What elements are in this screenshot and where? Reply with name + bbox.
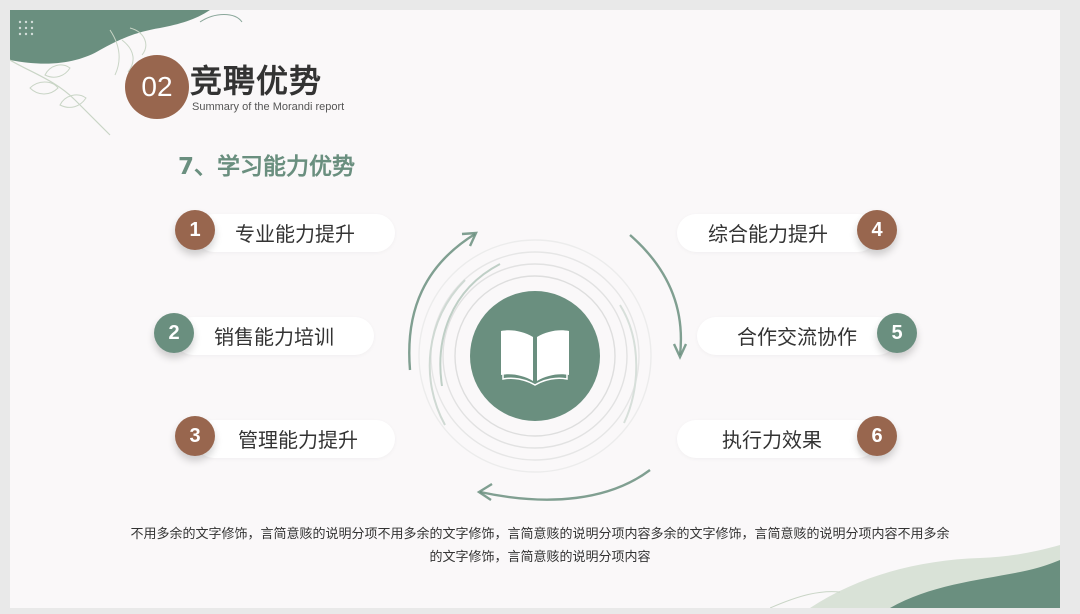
footer-description: 不用多余的文字修饰，言简意赅的说明分项不用多余的文字修饰，言简意赅的说明分项内容… (130, 527, 950, 565)
item-label-6: 执行力效果 (722, 428, 822, 452)
item-label-2: 销售能力培训 (214, 325, 334, 349)
item-number-5: 5 (877, 313, 917, 353)
page-subtitle: Summary of the Morandi report (192, 101, 345, 113)
open-book-icon (501, 330, 569, 386)
item-number-6: 6 (857, 416, 897, 456)
slide: 02 竞聘优势 Summary of the Morandi report 7、… (10, 10, 1060, 608)
item-number-3: 3 (175, 416, 215, 456)
list-item-6: 执行力效果 6 (677, 416, 899, 462)
item-label-3: 管理能力提升 (238, 428, 358, 452)
list-item-3: 3 管理能力提升 (175, 416, 395, 462)
list-item-4: 综合能力提升 4 (677, 210, 899, 256)
item-label-5: 合作交流协作 (737, 325, 857, 349)
item-label-4: 综合能力提升 (708, 222, 828, 246)
item-number-2: 2 (154, 313, 194, 353)
item-label-1: 专业能力提升 (235, 222, 355, 246)
item-number-1: 1 (175, 210, 215, 250)
list-item-1: 1 专业能力提升 (175, 210, 395, 256)
list-item-5: 合作交流协作 5 (697, 313, 919, 359)
item-number-4: 4 (857, 210, 897, 250)
page-title: 竞聘优势 (190, 62, 323, 100)
section-number-badge: 02 (125, 55, 189, 119)
section-heading: 7、学习能力优势 (178, 154, 356, 180)
list-item-2: 2 销售能力培训 (154, 313, 374, 359)
